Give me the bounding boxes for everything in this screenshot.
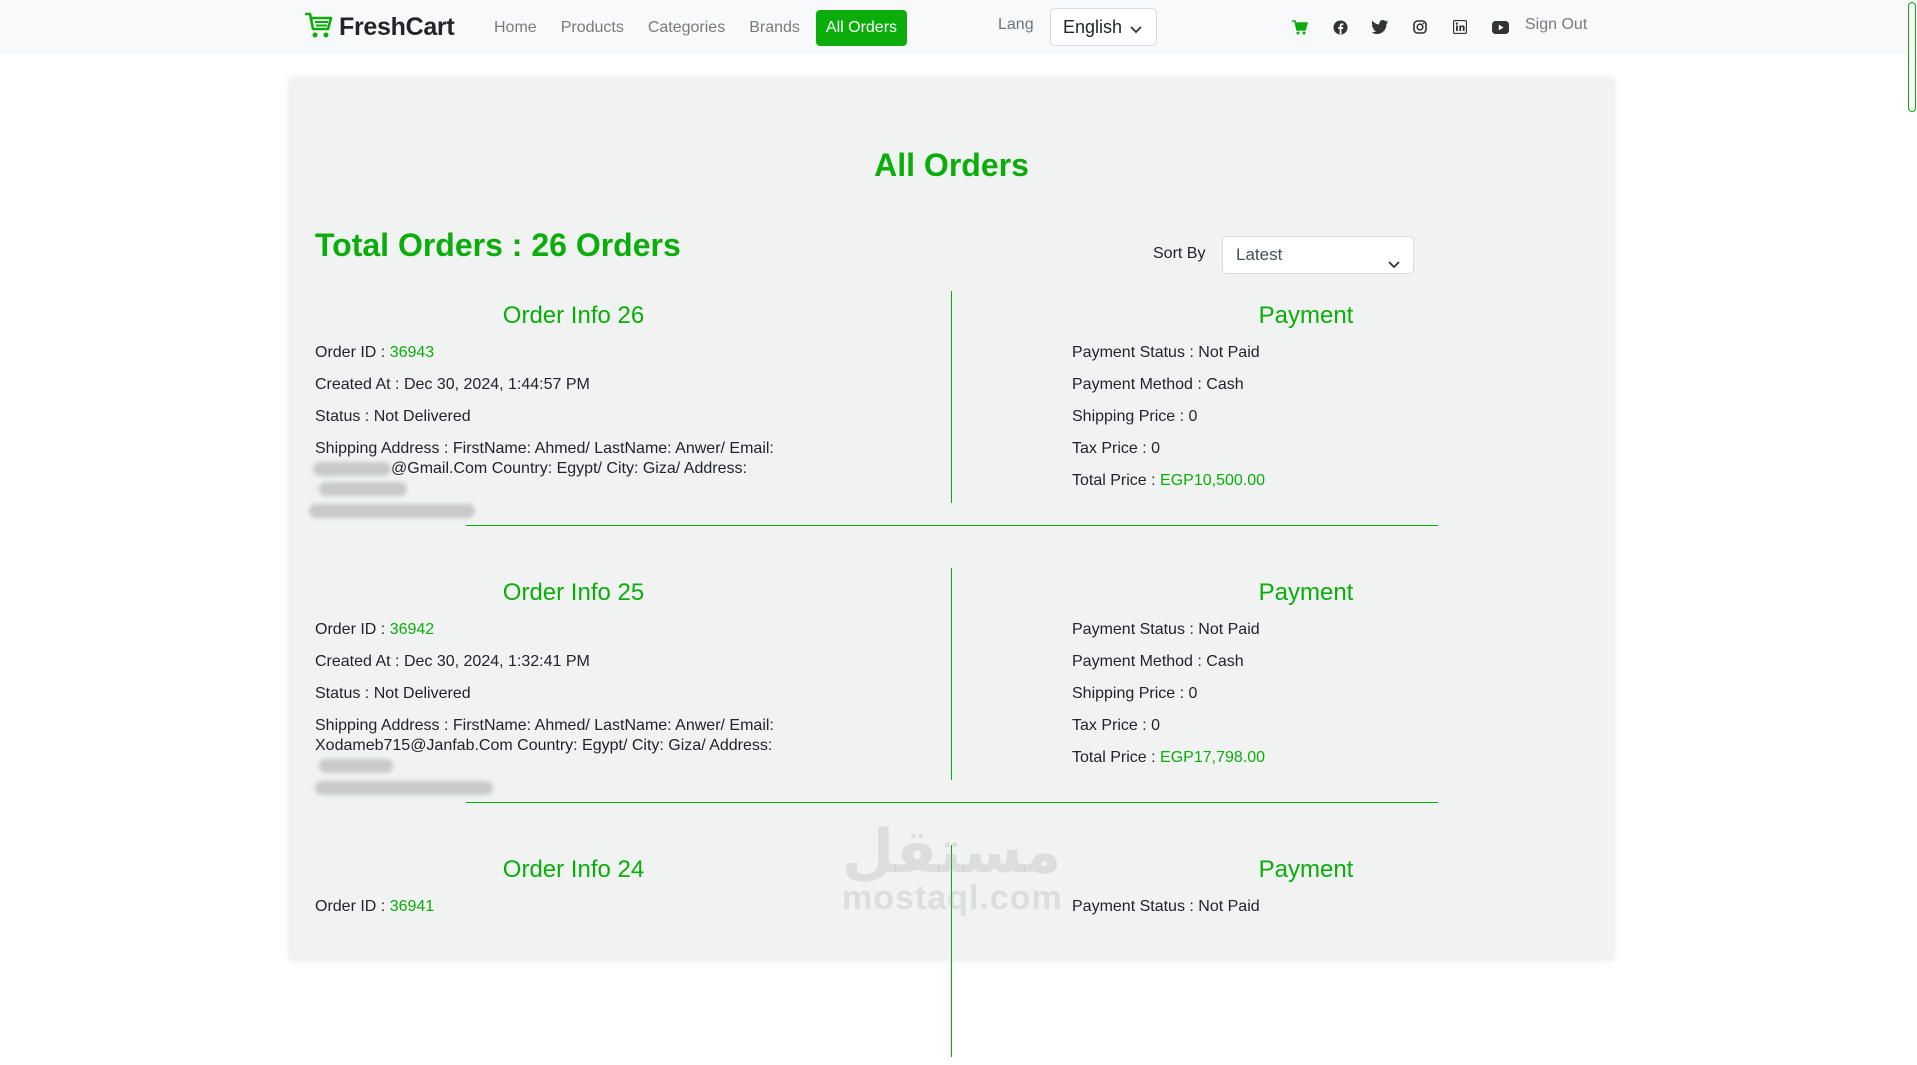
youtube-icon[interactable] [1480,17,1520,37]
tax-price: Tax Price : 0 [1072,440,1161,457]
page-title: All Orders [874,147,1029,183]
total-price-label: Total Price : [1072,472,1161,489]
shipping-address-line2: @Gmail.Com Country: Egypt/ City: Giza/ A… [313,459,825,499]
payment-status: Payment Status : Not Paid [1072,344,1260,361]
redacted-blur [309,503,475,518]
brand-name: FreshCart [339,12,455,41]
total-price: Total Price : EGP10,500.00 [1072,471,1472,491]
lang-label: Lang [998,16,1034,33]
vertical-divider [951,291,952,503]
order-status: Status : Not Delivered [315,408,471,425]
navbar: FreshCart Home Products Categories Brand… [0,0,1917,54]
total-orders: Total Orders : 26 Orders [315,227,681,263]
order-item: Order Info 26 Order ID : 36943 Created A… [290,291,1613,526]
total-price: Total Price : EGP17,798.00 [1072,748,1472,768]
order-item: Order Info 24 Order ID : 36941 Payment P… [290,845,1613,1065]
order-created-at: Created At : Dec 30, 2024, 1:32:41 PM [315,653,590,670]
instagram-icon[interactable] [1400,17,1440,37]
shipping-address-line2-text: Xodameb715@Janfab.Com Country: Egypt/ Ci… [315,737,773,754]
order-created-at: Created At : Dec 30, 2024, 1:44:57 PM [315,376,590,393]
nav-link-categories[interactable]: Categories [636,10,737,46]
shipping-address-line2: Xodameb715@Janfab.Com Country: Egypt/ Ci… [315,736,825,776]
shipping-address-line2-text: @Gmail.Com Country: Egypt/ City: Giza/ A… [391,460,747,477]
vertical-divider [951,845,952,1057]
scrollbar[interactable] [1907,0,1917,941]
language-select-value: English [1063,16,1123,37]
sign-out-link[interactable]: Sign Out [1525,16,1587,34]
language-select[interactable]: English [1050,8,1157,46]
social-icons [1280,17,1520,37]
payment-info: Payment Payment Status : Not Paid Paymen… [1072,301,1472,491]
order-id-value: 36943 [389,344,435,361]
order-divider [466,802,1438,803]
order-id-value: 36942 [389,621,435,638]
shipping-address: Shipping Address : FirstName: Ahmed/ Las… [315,716,825,798]
order-info-title: Order Info 24 [502,856,645,883]
shipping-address-line3 [315,778,825,798]
redacted-blur [315,780,493,795]
order-id-label: Order ID : [315,621,390,638]
nav-link-all-orders[interactable]: All Orders [815,10,908,46]
order-info-title: Order Info 26 [502,302,645,329]
total-price-value: EGP10,500.00 [1160,472,1265,489]
order-info-title: Order Info 25 [502,579,645,606]
payment-method: Payment Method : Cash [1072,653,1244,670]
tax-price: Tax Price : 0 [1072,717,1161,734]
payment-title: Payment [1258,302,1354,329]
order-id-value: 36941 [389,898,435,915]
brand-logo[interactable]: FreshCart [303,11,455,44]
scrollbar-thumb[interactable] [1908,2,1916,112]
total-price-label: Total Price : [1072,749,1161,766]
sort-by-label: Sort By [1153,245,1206,262]
payment-method: Payment Method : Cash [1072,376,1244,393]
vertical-divider [951,568,952,780]
order-info: Order Info 24 Order ID : 36941 [315,855,825,917]
nav-link-brands[interactable]: Brands [737,10,812,46]
redacted-blur [319,481,407,496]
cart-icon[interactable] [1280,17,1320,37]
sort-select[interactable]: Latest [1222,236,1414,274]
shipping-address-line1: Shipping Address : FirstName: Ahmed/ Las… [315,717,774,734]
payment-status: Payment Status : Not Paid [1072,621,1260,638]
payment-info: Payment Payment Status : Not Paid [1072,855,1472,917]
order-id-label: Order ID : [315,898,390,915]
redacted-blur [319,758,393,773]
order-divider [466,525,1438,526]
nav-links: Home Products Categories Brands All Orde… [482,10,908,46]
redacted-blur [313,461,391,476]
linkedin-icon[interactable] [1440,17,1480,37]
shipping-address-line3 [309,501,825,521]
nav-link-products[interactable]: Products [549,10,636,46]
chevron-down-icon [1129,20,1143,41]
cart-logo-icon [303,11,333,44]
order-id: Order ID : 36943 [315,343,825,363]
payment-title: Payment [1258,579,1354,606]
payment-info: Payment Payment Status : Not Paid Paymen… [1072,578,1472,768]
nav-link-home[interactable]: Home [482,10,549,46]
payment-status: Payment Status : Not Paid [1072,898,1260,915]
shipping-price: Shipping Price : 0 [1072,685,1198,702]
shipping-address-line1: Shipping Address : FirstName: Ahmed/ Las… [315,440,774,457]
order-item: Order Info 25 Order ID : 36942 Created A… [290,568,1613,803]
order-status: Status : Not Delivered [315,685,471,702]
twitter-icon[interactable] [1360,17,1400,37]
payment-title: Payment [1258,856,1354,883]
total-price-value: EGP17,798.00 [1160,749,1265,766]
order-id: Order ID : 36941 [315,897,825,917]
facebook-icon[interactable] [1320,17,1360,37]
shipping-price: Shipping Price : 0 [1072,408,1198,425]
order-id-label: Order ID : [315,344,390,361]
shipping-address: Shipping Address : FirstName: Ahmed/ Las… [309,439,825,521]
order-info: Order Info 26 Order ID : 36943 Created A… [309,301,825,521]
orders-card: All Orders Total Orders : 26 Orders Sort… [290,79,1613,1057]
order-id: Order ID : 36942 [315,620,825,640]
chevron-down-icon [1387,248,1401,284]
order-info: Order Info 25 Order ID : 36942 Created A… [315,578,825,798]
sort-select-value: Latest [1236,245,1283,264]
